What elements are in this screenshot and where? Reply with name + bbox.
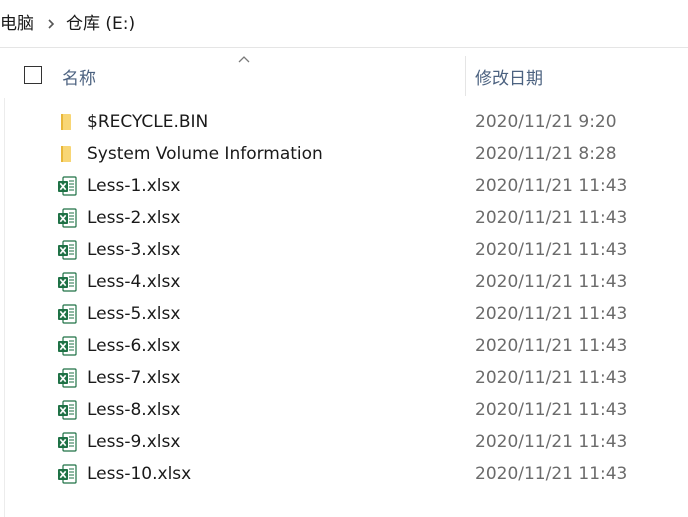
file-date-modified: 2020/11/21 11:43	[475, 464, 628, 484]
file-name: $RECYCLE.BIN	[87, 112, 209, 132]
file-date-modified: 2020/11/21 11:43	[475, 368, 628, 388]
file-date-modified: 2020/11/21 11:43	[475, 176, 628, 196]
sort-ascending-icon	[238, 56, 250, 63]
file-row[interactable]: System Volume Information 2020/11/21 8:28	[0, 138, 688, 170]
excel-file-icon	[56, 399, 78, 421]
file-name: Less-10.xlsx	[87, 464, 192, 484]
excel-file-icon	[56, 207, 78, 229]
file-date-modified: 2020/11/21 11:43	[475, 336, 628, 356]
file-name: Less-4.xlsx	[87, 272, 181, 292]
file-row[interactable]: $RECYCLE.BIN 2020/11/21 9:20	[0, 106, 688, 138]
file-row[interactable]: Less-4.xlsx 2020/11/21 11:43	[0, 266, 688, 298]
breadcrumb-item-drive-e[interactable]: 仓库 (E:)	[66, 12, 135, 36]
file-name: Less-7.xlsx	[87, 368, 181, 388]
file-name: Less-3.xlsx	[87, 240, 181, 260]
file-date-modified: 2020/11/21 11:43	[475, 432, 628, 452]
select-all-checkbox[interactable]	[24, 66, 42, 84]
file-row[interactable]: Less-3.xlsx 2020/11/21 11:43	[0, 234, 688, 266]
excel-file-icon	[56, 239, 78, 261]
file-list: $RECYCLE.BIN 2020/11/21 9:20 System Volume…	[0, 106, 688, 490]
file-name: Less-1.xlsx	[87, 176, 181, 196]
file-date-modified: 2020/11/21 9:20	[475, 112, 617, 132]
file-row[interactable]: Less-1.xlsx 2020/11/21 11:43	[0, 170, 688, 202]
breadcrumb-item-this-pc[interactable]: 电脑	[0, 12, 34, 36]
file-name: Less-6.xlsx	[87, 336, 181, 356]
file-row[interactable]: Less-10.xlsx 2020/11/21 11:43	[0, 458, 688, 490]
excel-file-icon	[56, 431, 78, 453]
column-divider[interactable]	[465, 56, 466, 96]
file-date-modified: 2020/11/21 11:43	[475, 304, 628, 324]
file-row[interactable]: Less-5.xlsx 2020/11/21 11:43	[0, 298, 688, 330]
chevron-right-icon[interactable]	[44, 17, 58, 31]
excel-file-icon	[56, 175, 78, 197]
file-date-modified: 2020/11/21 11:43	[475, 240, 628, 260]
file-date-modified: 2020/11/21 11:43	[475, 208, 628, 228]
excel-file-icon	[56, 303, 78, 325]
column-header-row: 名称 修改日期	[0, 54, 688, 98]
file-date-modified: 2020/11/21 11:43	[475, 272, 628, 292]
file-name: System Volume Information	[87, 144, 323, 164]
file-name: Less-2.xlsx	[87, 208, 181, 228]
file-date-modified: 2020/11/21 11:43	[475, 400, 628, 420]
file-date-modified: 2020/11/21 8:28	[475, 144, 617, 164]
excel-file-icon	[56, 463, 78, 485]
file-row[interactable]: Less-8.xlsx 2020/11/21 11:43	[0, 394, 688, 426]
file-row[interactable]: Less-2.xlsx 2020/11/21 11:43	[0, 202, 688, 234]
file-row[interactable]: Less-6.xlsx 2020/11/21 11:43	[0, 330, 688, 362]
column-header-date-modified[interactable]: 修改日期	[475, 64, 543, 89]
column-header-name[interactable]: 名称	[62, 64, 96, 89]
excel-file-icon	[56, 271, 78, 293]
breadcrumb: 电脑 仓库 (E:)	[0, 0, 688, 48]
file-row[interactable]: Less-7.xlsx 2020/11/21 11:43	[0, 362, 688, 394]
file-name: Less-5.xlsx	[87, 304, 181, 324]
excel-file-icon	[56, 367, 78, 389]
file-row[interactable]: Less-9.xlsx 2020/11/21 11:43	[0, 426, 688, 458]
excel-file-icon	[56, 335, 78, 357]
folder-icon	[56, 143, 78, 165]
file-name: Less-9.xlsx	[87, 432, 181, 452]
folder-icon	[56, 111, 78, 133]
file-name: Less-8.xlsx	[87, 400, 181, 420]
